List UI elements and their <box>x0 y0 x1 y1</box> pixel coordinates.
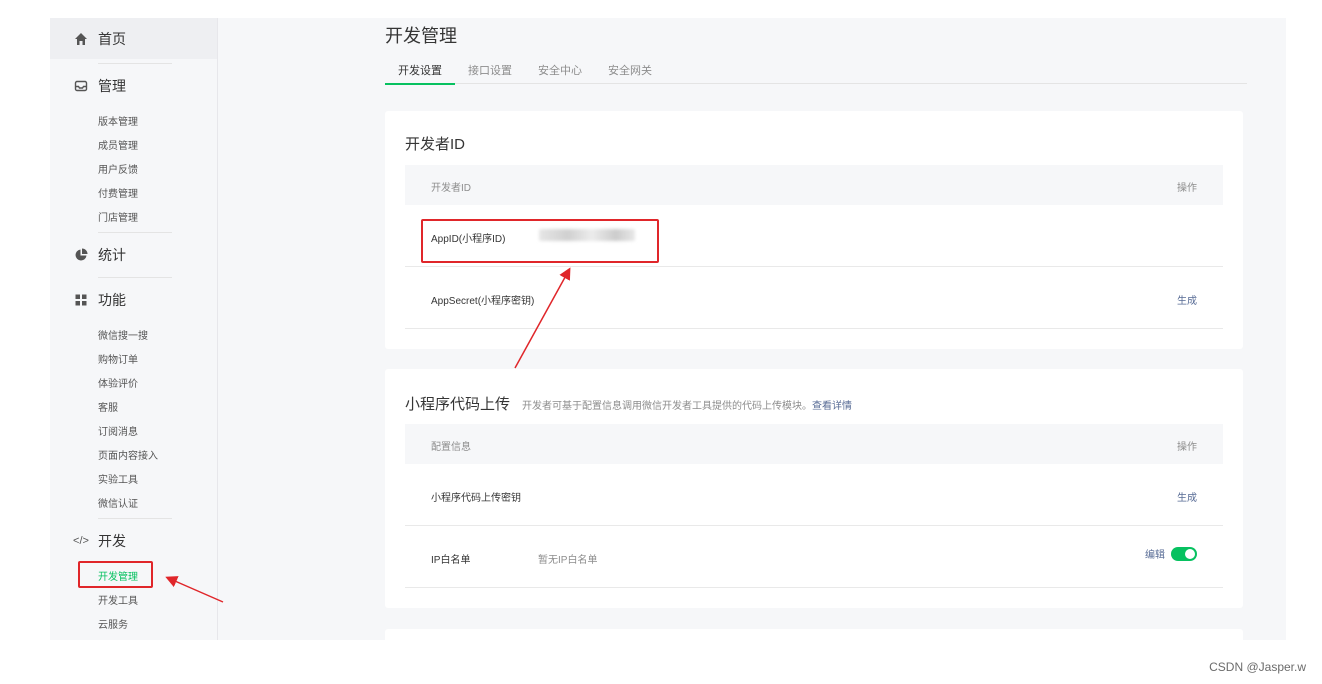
tab-bar: 开发设置 接口设置 安全中心 安全网关 <box>385 56 1247 85</box>
sidebar-item-version[interactable]: 版本管理 <box>50 108 217 132</box>
sidebar-item-home[interactable]: 首页 <box>50 18 217 59</box>
page-title: 开发管理 <box>385 26 457 46</box>
sidebar-item-feedback[interactable]: 用户反馈 <box>50 156 217 180</box>
card-title: 开发者ID <box>405 136 466 153</box>
sidebar-category-label: 功能 <box>98 292 126 308</box>
watermark: CSDN @Jasper.w <box>1209 660 1306 674</box>
sidebar-item-experiments[interactable]: 实验工具 <box>50 466 217 490</box>
sidebar: 首页 管理 版本管理 成员管理 用户反馈 付费管理 门店管理 统计 功能 微信搜… <box>50 18 218 640</box>
table-row-appid: AppID(小程序ID) <box>405 205 1223 267</box>
card-description: 开发者可基于配置信息调用微信开发者工具提供的代码上传模块。 <box>522 401 813 412</box>
tab-security-gateway[interactable]: 安全网关 <box>595 56 665 84</box>
sidebar-category-features[interactable]: 功能 <box>50 278 217 322</box>
sidebar-item-customer-service[interactable]: 客服 <box>50 394 217 418</box>
sidebar-item-members[interactable]: 成员管理 <box>50 132 217 156</box>
grid-icon <box>74 293 88 307</box>
table-header: 配置信息 操作 <box>405 424 1223 464</box>
sidebar-item-dev-management[interactable]: 开发管理 <box>50 563 217 587</box>
sidebar-item-content-access[interactable]: 页面内容接入 <box>50 442 217 466</box>
row-value: 暂无IP白名单 <box>538 555 598 566</box>
whitelist-toggle[interactable] <box>1171 546 1197 561</box>
view-details-link[interactable]: 查看详情 <box>812 401 852 412</box>
sidebar-item-label: 首页 <box>98 30 126 47</box>
sidebar-item-reviews[interactable]: 体验评价 <box>50 370 217 394</box>
main-content: 开发管理 开发设置 接口设置 安全中心 安全网关 开发者ID 开发者ID 操作 … <box>218 18 1286 659</box>
sidebar-category-stats[interactable]: 统计 <box>50 233 217 277</box>
sidebar-item-dev-tools[interactable]: 开发工具 <box>50 587 217 611</box>
whitelist-controls: 编辑 <box>1145 546 1197 561</box>
edit-whitelist-button[interactable]: 编辑 <box>1145 546 1165 561</box>
column-header: 操作 <box>1177 442 1197 453</box>
row-label: AppID(小程序ID) <box>431 234 506 245</box>
column-header: 开发者ID <box>431 183 471 194</box>
sidebar-category-manage[interactable]: 管理 <box>50 64 217 108</box>
table-row-upload-key: 小程序代码上传密钥 生成 <box>405 464 1223 526</box>
sidebar-item-payment[interactable]: 付费管理 <box>50 180 217 204</box>
redacted-value <box>539 229 635 241</box>
tab-dev-settings[interactable]: 开发设置 <box>385 56 455 85</box>
pie-chart-icon <box>74 248 88 262</box>
code-icon: </> <box>73 535 89 547</box>
sidebar-item-stores[interactable]: 门店管理 <box>50 204 217 228</box>
column-header: 操作 <box>1177 183 1197 194</box>
sidebar-item-wechat-search[interactable]: 微信搜一搜 <box>50 322 217 346</box>
inbox-icon <box>74 79 88 93</box>
developer-id-card: 开发者ID 开发者ID 操作 AppID(小程序ID) AppSecret(小程… <box>385 111 1243 349</box>
row-label: 小程序代码上传密钥 <box>431 493 521 504</box>
sidebar-category-develop[interactable]: </> 开发 <box>50 519 217 563</box>
card-title: 小程序代码上传 开发者可基于配置信息调用微信开发者工具提供的代码上传模块。查看详情 <box>405 393 852 414</box>
generate-secret-button[interactable]: 生成 <box>1177 292 1197 307</box>
next-card <box>385 629 1243 659</box>
sidebar-category-label: 开发 <box>98 533 126 549</box>
sidebar-item-cloud[interactable]: 云服务 <box>50 611 217 635</box>
sidebar-item-orders[interactable]: 购物订单 <box>50 346 217 370</box>
row-label: AppSecret(小程序密钥) <box>431 296 535 307</box>
sidebar-category-label: 统计 <box>98 247 126 263</box>
sidebar-item-verification[interactable]: 微信认证 <box>50 490 217 514</box>
home-icon <box>74 32 88 46</box>
sidebar-item-subscriptions[interactable]: 订阅消息 <box>50 418 217 442</box>
code-upload-card: 小程序代码上传 开发者可基于配置信息调用微信开发者工具提供的代码上传模块。查看详情… <box>385 369 1243 608</box>
table-row-appsecret: AppSecret(小程序密钥) 生成 <box>405 267 1223 329</box>
table-header: 开发者ID 操作 <box>405 165 1223 205</box>
sidebar-category-label: 管理 <box>98 78 126 94</box>
table-row-ip-whitelist: IP白名单 暂无IP白名单 编辑 <box>405 526 1223 588</box>
generate-upload-key-button[interactable]: 生成 <box>1177 489 1197 504</box>
card-title-text: 小程序代码上传 <box>405 396 511 413</box>
row-label: IP白名单 <box>431 555 471 566</box>
tab-api-settings[interactable]: 接口设置 <box>455 56 525 84</box>
column-header: 配置信息 <box>431 442 471 453</box>
tab-security-center[interactable]: 安全中心 <box>525 56 595 84</box>
